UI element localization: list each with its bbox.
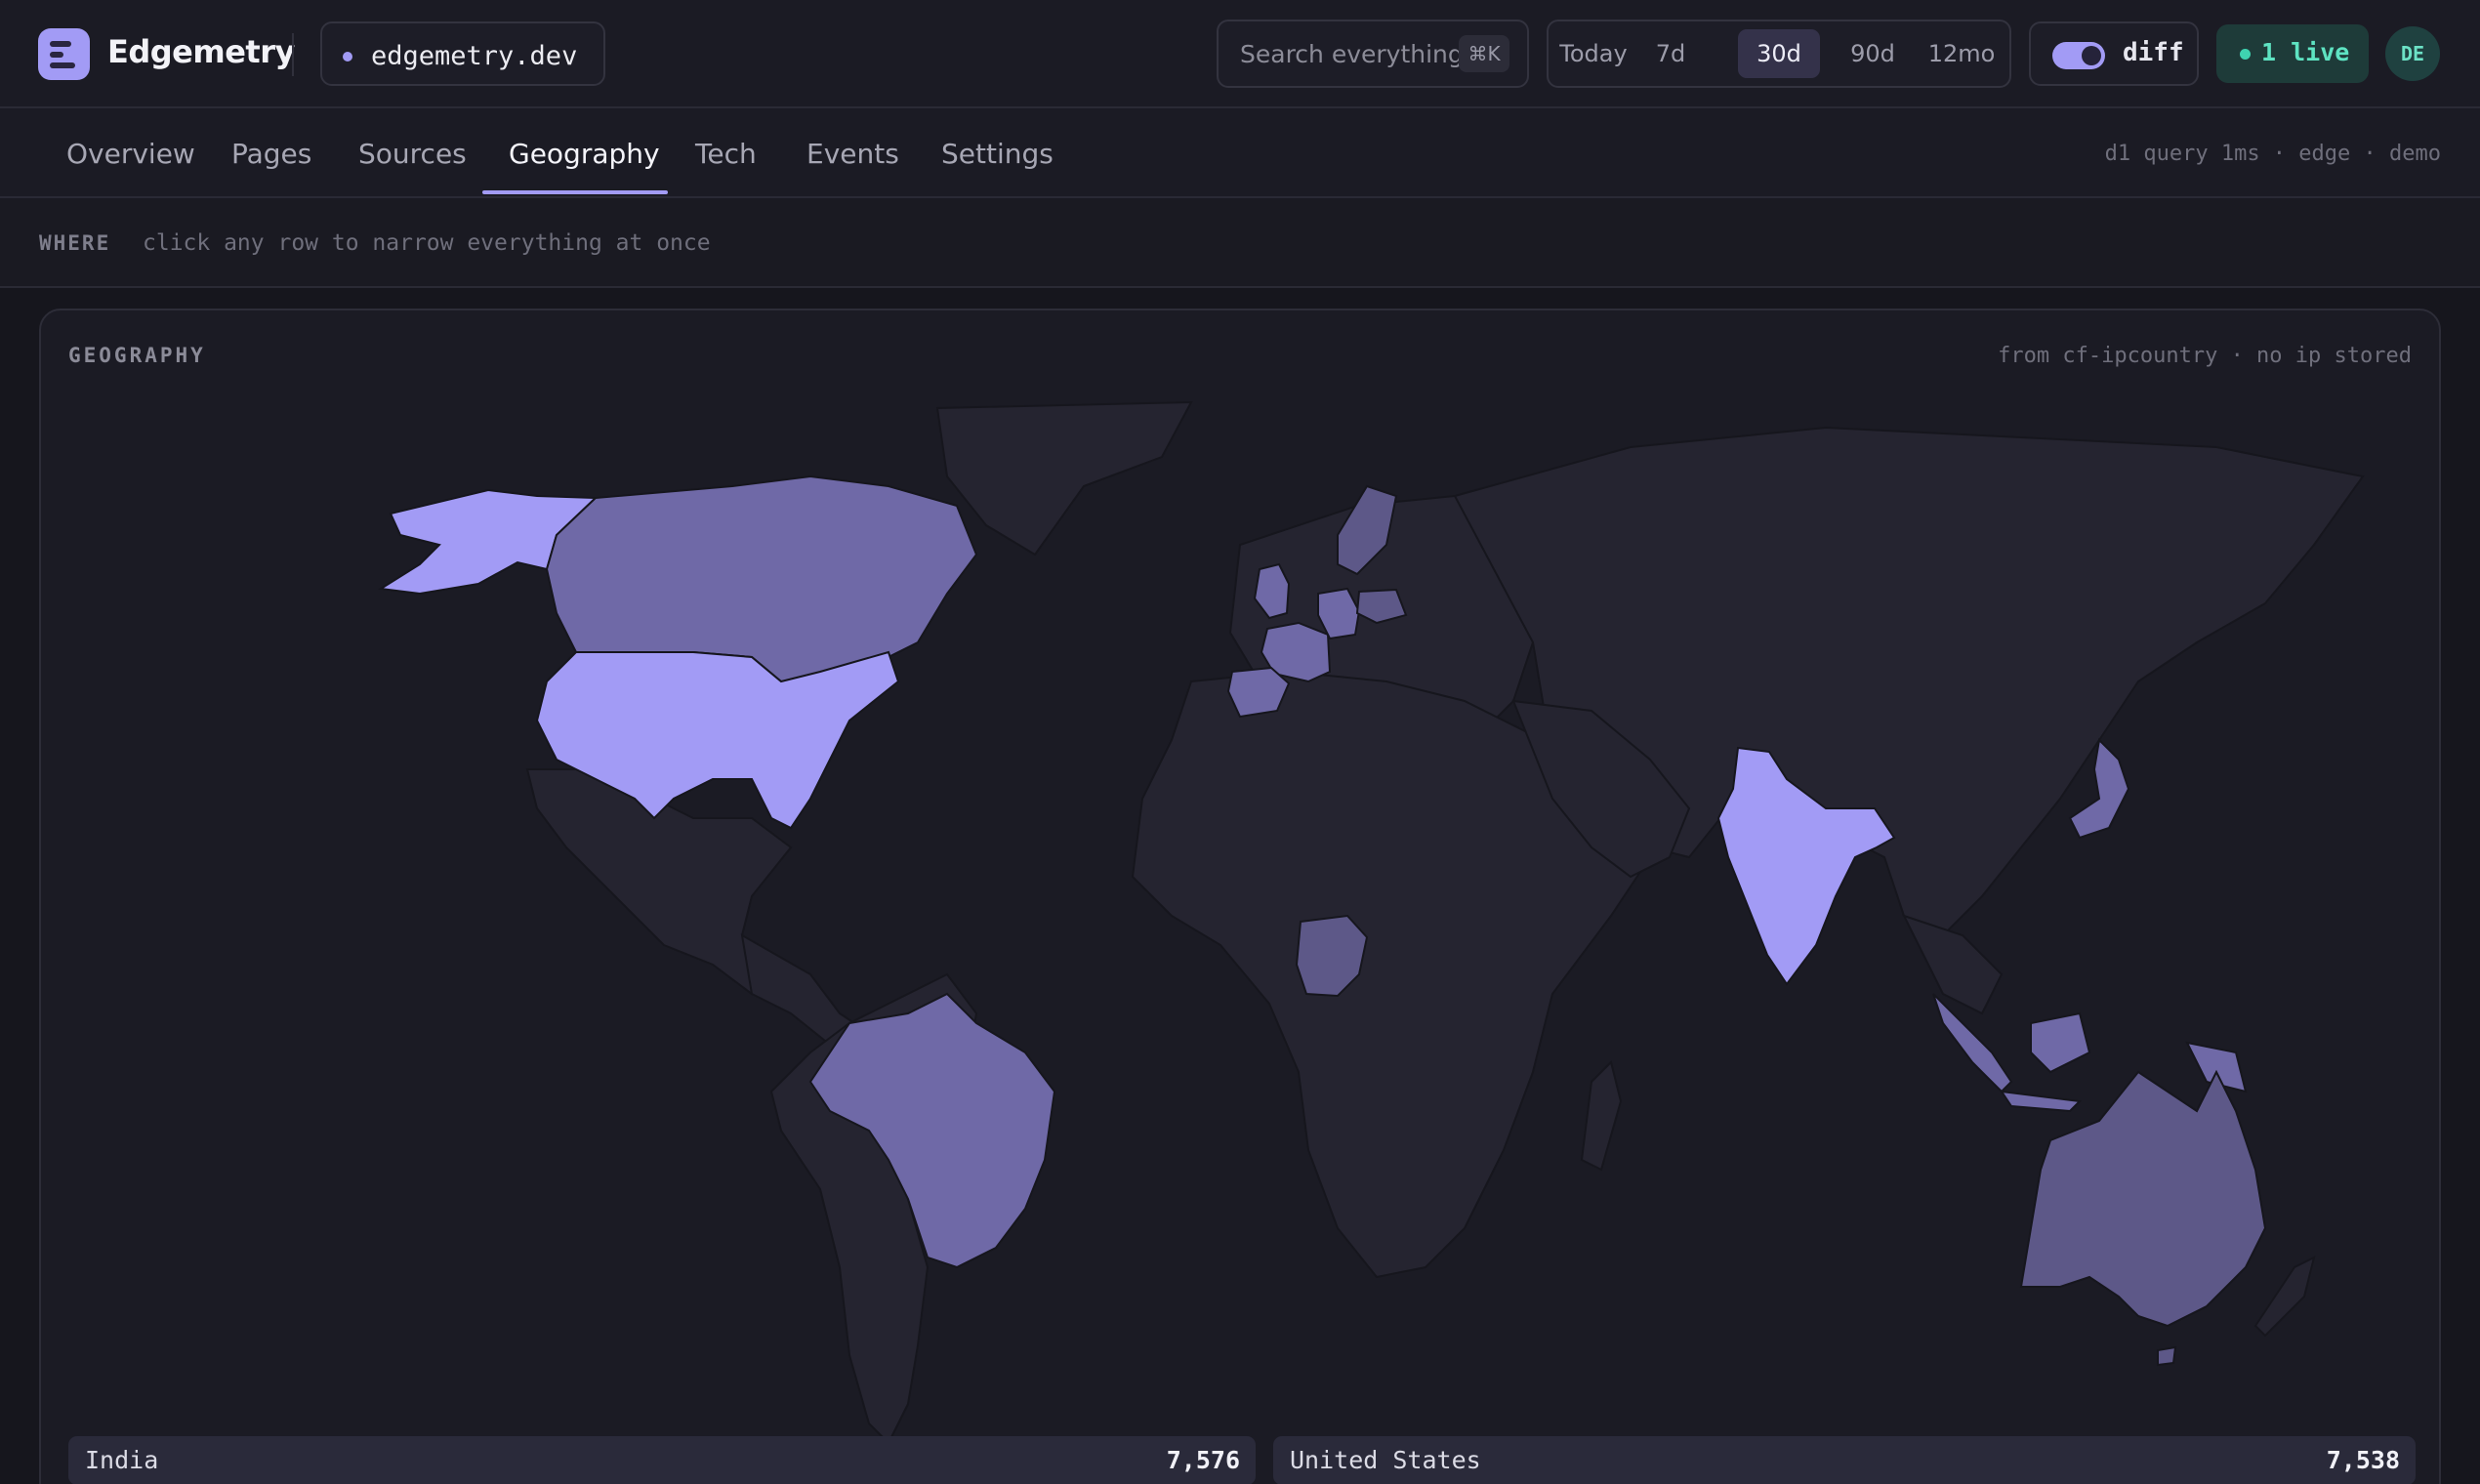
card-source-note: from cf-ipcountry · no ip stored — [1998, 344, 2412, 368]
app-name: Edgemetry — [107, 33, 295, 70]
range-12mo[interactable]: 12mo — [1920, 29, 2004, 78]
search-shortcut-badge: ⌘K — [1459, 35, 1509, 72]
app-logo-icon[interactable] — [38, 28, 90, 80]
country-row-india[interactable]: India 7,576 — [68, 1436, 1256, 1484]
range-90d[interactable]: 90d — [1832, 29, 1914, 78]
country-row-name: United States — [1290, 1446, 1481, 1474]
map-land-new-zealand — [2253, 1256, 2316, 1338]
site-status-dot-icon — [343, 52, 352, 62]
country-row-value: 7,538 — [2326, 1446, 2400, 1474]
tab-bar: Overview Pages Sources Geography Tech Ev… — [0, 108, 2480, 198]
range-7d[interactable]: 7d — [1642, 29, 1699, 78]
tab-tech[interactable]: Tech — [695, 138, 757, 170]
search-placeholder: Search everything — [1240, 40, 1464, 68]
tab-overview[interactable]: Overview — [66, 138, 195, 170]
tab-pages[interactable]: Pages — [231, 138, 311, 170]
country-row-name: India — [85, 1446, 159, 1474]
map-country-tasmania[interactable] — [2157, 1345, 2177, 1367]
diff-label: diff — [2123, 38, 2184, 67]
top-bar: Edgemetry edgemetry.dev Search everythin… — [0, 0, 2480, 108]
filter-hint: click any row to narrow everything at on… — [143, 230, 711, 256]
site-selector[interactable]: edgemetry.dev — [320, 21, 605, 86]
geography-card: GEOGRAPHY from cf-ipcountry · no ip stor… — [39, 309, 2441, 1484]
range-today[interactable]: Today — [1556, 29, 1631, 78]
world-map — [378, 400, 2365, 1445]
date-range-selector: Today 7d 30d 90d 12mo — [1547, 20, 2011, 88]
diff-switch[interactable] — [2052, 42, 2105, 69]
avatar[interactable]: DE — [2385, 26, 2440, 81]
map-land-madagascar — [1580, 1060, 1623, 1172]
card-title: GEOGRAPHY — [68, 344, 206, 367]
diff-toggle[interactable]: diff — [2029, 21, 2199, 86]
site-name: edgemetry.dev — [371, 41, 578, 71]
live-dot-icon — [2240, 49, 2251, 60]
filter-bar: WHERE click any row to narrow everything… — [0, 198, 2480, 288]
search-box[interactable]: Search everything ⌘K — [1217, 20, 1529, 88]
range-30d[interactable]: 30d — [1738, 29, 1820, 78]
filter-label: WHERE — [39, 231, 111, 255]
active-tab-indicator — [482, 190, 668, 194]
map-land-greenland — [935, 400, 1193, 556]
live-count: 1 live — [2261, 38, 2350, 66]
tab-settings[interactable]: Settings — [941, 138, 1054, 170]
tab-sources[interactable]: Sources — [358, 138, 467, 170]
country-row-value: 7,576 — [1166, 1446, 1240, 1474]
live-visitors-badge[interactable]: 1 live — [2216, 24, 2369, 83]
map-land-southeast-asia — [1902, 914, 2004, 1015]
tab-events[interactable]: Events — [806, 138, 899, 170]
tab-geography[interactable]: Geography — [509, 138, 660, 170]
query-meta: d1 query 1ms · edge · demo — [2104, 142, 2441, 166]
country-row-united-states[interactable]: United States 7,538 — [1273, 1436, 2416, 1484]
header-divider — [292, 33, 294, 76]
